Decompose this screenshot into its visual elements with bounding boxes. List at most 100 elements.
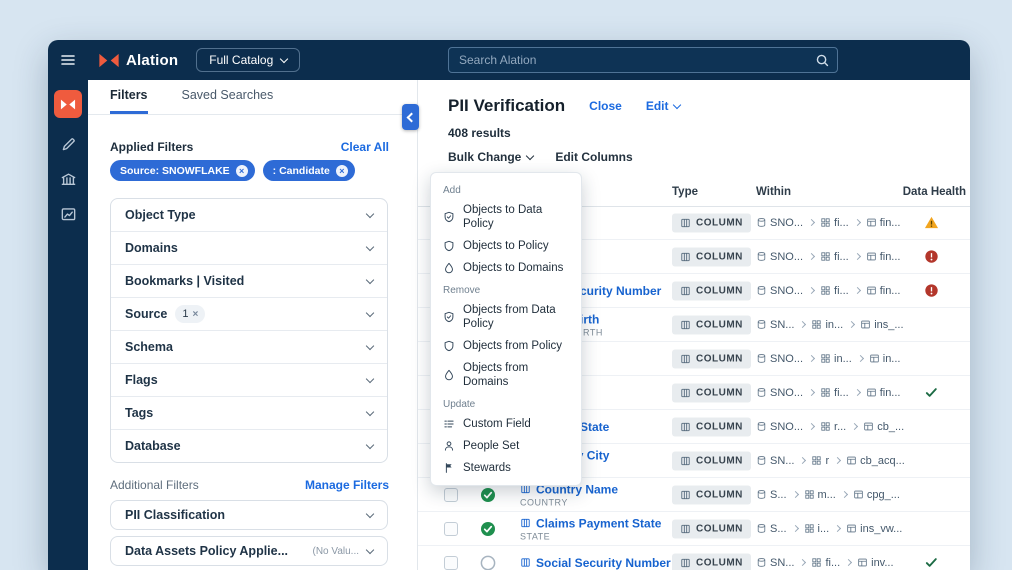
filter-section-domains[interactable]: Domains — [111, 231, 387, 264]
within-breadcrumb: S... i... ins_vw... — [756, 523, 902, 535]
remove-source-filter-icon[interactable]: × — [193, 309, 199, 320]
table-icon — [863, 421, 874, 432]
menu-item[interactable]: Objects from Policy — [431, 335, 581, 357]
breadcrumb-item[interactable]: cb_... — [863, 421, 904, 433]
breadcrumb-item[interactable]: r — [811, 455, 829, 467]
applied-filter-chip[interactable]: Source: SNOWFLAKE × — [110, 160, 255, 181]
menu-item[interactable]: Stewards — [431, 457, 581, 479]
chip-label: : Candidate — [272, 164, 330, 177]
breadcrumb-item[interactable]: fin... — [866, 285, 900, 297]
breadcrumb-item[interactable]: ins_... — [860, 319, 904, 331]
breadcrumb-item[interactable]: fi... — [820, 387, 849, 399]
search-icon[interactable] — [815, 53, 830, 68]
breadcrumb-item[interactable]: in... — [811, 319, 843, 331]
sidebar-item-home-active[interactable] — [54, 90, 82, 118]
remove-filter-icon[interactable]: × — [235, 164, 248, 177]
row-checkbox[interactable] — [444, 556, 458, 570]
remove-filter-icon[interactable]: × — [335, 164, 348, 177]
breadcrumb-item[interactable]: SN... — [756, 455, 794, 467]
close-link[interactable]: Close — [589, 99, 622, 113]
breadcrumb-item[interactable]: cpg_... — [853, 489, 900, 501]
chevron-down-icon — [365, 308, 375, 317]
edit-columns-button[interactable]: Edit Columns — [555, 150, 632, 164]
chevron-right-icon — [853, 286, 861, 295]
breadcrumb-item[interactable]: fin... — [866, 251, 900, 263]
object-name-link[interactable]: irth — [580, 312, 599, 326]
applied-filter-chip[interactable]: : Candidate × — [262, 160, 355, 181]
object-name-link[interactable]: Social Security Number — [536, 556, 671, 570]
clear-all-link[interactable]: Clear All — [341, 140, 389, 154]
filter-section-object-type[interactable]: Object Type — [111, 199, 387, 231]
breadcrumb-item[interactable]: SNO... — [756, 421, 803, 433]
full-catalog-button[interactable]: Full Catalog — [196, 48, 301, 72]
analytics-icon[interactable] — [60, 206, 77, 223]
tab-saved-searches[interactable]: Saved Searches — [182, 88, 274, 114]
filter-section-database[interactable]: Database — [111, 429, 387, 462]
breadcrumb-item[interactable]: ins_vw... — [846, 523, 902, 535]
filter-section-flags[interactable]: Flags — [111, 363, 387, 396]
object-name-link[interactable]: State — [580, 420, 609, 434]
menu-item[interactable]: Objects from Data Policy — [431, 299, 581, 335]
menu-item[interactable]: People Set — [431, 435, 581, 457]
object-name-cell: Social Security Number — [520, 556, 671, 570]
object-name-link[interactable]: Claims Payment State — [536, 516, 661, 530]
tab-filters[interactable]: Filters — [110, 88, 148, 114]
breadcrumb-item[interactable]: in... — [869, 353, 900, 365]
row-checkbox[interactable] — [444, 488, 458, 502]
breadcrumb-item[interactable]: S... — [756, 489, 787, 501]
breadcrumb-item[interactable]: SN... — [756, 557, 794, 569]
breadcrumb-item[interactable]: cb_acq... — [846, 455, 905, 467]
menu-item[interactable]: Objects to Data Policy — [431, 199, 581, 235]
breadcrumb-item[interactable]: SNO... — [756, 217, 803, 229]
breadcrumb-item[interactable]: S... — [756, 523, 787, 535]
breadcrumb-item[interactable]: SNO... — [756, 353, 803, 365]
table-icon — [846, 455, 857, 466]
column-header-type[interactable]: Type — [672, 186, 698, 198]
result-count: 408 results — [448, 126, 511, 140]
filter-section-label: Object Type — [125, 208, 196, 222]
breadcrumb-item[interactable]: in... — [820, 353, 852, 365]
column-header-data-health[interactable]: Data Health — [903, 186, 966, 198]
breadcrumb-item[interactable]: fi... — [820, 251, 849, 263]
filter-section-schema[interactable]: Schema — [111, 330, 387, 363]
filter-section-tags[interactable]: Tags — [111, 396, 387, 429]
breadcrumb-item[interactable]: fi... — [820, 217, 849, 229]
breadcrumb-item[interactable]: SNO... — [756, 387, 803, 399]
object-name-link[interactable]: curity Number — [580, 284, 661, 298]
curate-icon[interactable] — [60, 136, 77, 153]
column-header-within[interactable]: Within — [756, 186, 791, 198]
breadcrumb-item[interactable]: m... — [804, 489, 836, 501]
filter-section-source[interactable]: Source 1 × — [111, 297, 387, 330]
breadcrumb-item[interactable]: i... — [804, 523, 829, 535]
menu-item[interactable]: Objects to Domains — [431, 257, 581, 279]
bulk-change-button[interactable]: Bulk Change — [448, 150, 535, 164]
govern-icon[interactable] — [60, 171, 77, 188]
filter-section-pii-classification[interactable]: PII Classification — [110, 500, 388, 530]
breadcrumb-item[interactable]: SNO... — [756, 251, 803, 263]
breadcrumb-label: cpg_... — [866, 488, 900, 501]
breadcrumb-item[interactable]: fin... — [866, 387, 900, 399]
filter-section-data-assets-policy[interactable]: Data Assets Policy Applie... (No Valu... — [110, 536, 388, 566]
menu-item[interactable]: Objects to Policy — [431, 235, 581, 257]
menu-item[interactable]: Custom Field — [431, 413, 581, 435]
breadcrumb-label: SNO... — [770, 216, 804, 229]
results-panel: PII Verification Close Edit 408 results … — [402, 80, 970, 570]
search-input[interactable] — [448, 47, 838, 73]
edit-link[interactable]: Edit — [646, 99, 681, 113]
row-checkbox[interactable] — [444, 522, 458, 536]
breadcrumb-item[interactable]: fi... — [820, 285, 849, 297]
alation-logo[interactable]: Alation — [98, 52, 178, 69]
breadcrumb-item[interactable]: fin... — [866, 217, 900, 229]
menu-button[interactable] — [48, 52, 88, 68]
breadcrumb-item[interactable]: SN... — [756, 319, 794, 331]
collapse-panel-button[interactable] — [402, 104, 419, 130]
menu-item[interactable]: Objects from Domains — [431, 357, 581, 393]
source-count-badge[interactable]: 1 × — [175, 305, 206, 323]
breadcrumb-item[interactable]: fi... — [811, 557, 840, 569]
filter-section-bookmarks-visited[interactable]: Bookmarks | Visited — [111, 264, 387, 297]
chevron-right-icon — [791, 490, 799, 499]
breadcrumb-item[interactable]: r... — [820, 421, 846, 433]
manage-filters-link[interactable]: Manage Filters — [305, 478, 389, 492]
breadcrumb-item[interactable]: SNO... — [756, 285, 803, 297]
breadcrumb-item[interactable]: inv... — [857, 557, 894, 569]
